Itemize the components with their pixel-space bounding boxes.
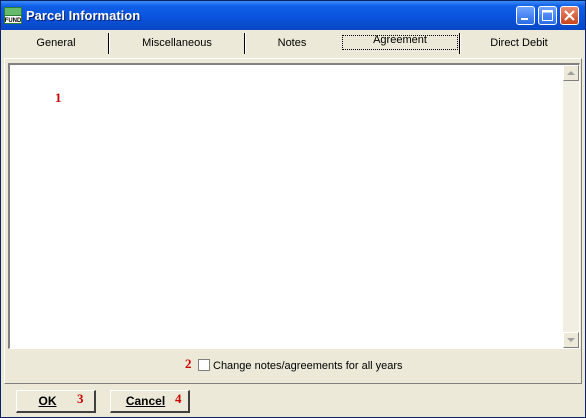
tab-general-label: General: [36, 37, 76, 49]
maximize-icon: [542, 10, 553, 21]
tab-agreement[interactable]: Agreement: [340, 33, 460, 54]
svg-text:FUND: FUND: [5, 18, 22, 24]
agreement-memo[interactable]: [8, 63, 580, 349]
all-years-checkbox[interactable]: [198, 359, 210, 371]
minimize-icon: [521, 18, 528, 20]
close-icon: [564, 10, 575, 21]
tab-notes[interactable]: Notes: [246, 33, 338, 54]
marker-3: 3: [77, 391, 84, 406]
dialog-footer: OK Cancel 3 4: [4, 385, 582, 415]
tab-general[interactable]: General: [4, 33, 108, 54]
window-title: Parcel Information: [26, 8, 141, 23]
ok-button-label: OK: [38, 394, 57, 408]
parcel-information-window: FUND Parcel Information General Miscella…: [0, 0, 586, 418]
vertical-scrollbar[interactable]: [563, 65, 579, 348]
marker-1: 1: [55, 90, 62, 105]
tab-direct-debit[interactable]: Direct Debit: [461, 33, 577, 54]
scroll-down-button[interactable]: [563, 332, 579, 348]
close-button[interactable]: [560, 6, 579, 25]
marker-2: 2: [185, 356, 192, 371]
tab-direct-debit-label: Direct Debit: [490, 37, 548, 49]
tab-miscellaneous-label: Miscellaneous: [142, 37, 212, 49]
cancel-button-label: Cancel: [125, 394, 166, 408]
tab-notes-label: Notes: [277, 37, 307, 49]
title-bar[interactable]: FUND Parcel Information: [1, 1, 585, 30]
tab-agreement-label: Agreement: [373, 34, 427, 46]
scroll-up-button[interactable]: [563, 65, 579, 81]
marker-4: 4: [175, 391, 182, 406]
arrow-down-icon: [567, 338, 575, 342]
arrow-up-icon: [567, 71, 575, 75]
ok-button[interactable]: OK: [16, 390, 96, 413]
maximize-button[interactable]: [538, 6, 557, 25]
all-years-checkbox-label[interactable]: Change notes/agreements for all years: [213, 358, 403, 374]
tab-strip: General Miscellaneous Notes Agreement Di…: [4, 33, 582, 55]
fund-app-icon: FUND: [4, 7, 22, 24]
minimize-button[interactable]: [516, 6, 535, 25]
tab-miscellaneous[interactable]: Miscellaneous: [110, 33, 244, 54]
